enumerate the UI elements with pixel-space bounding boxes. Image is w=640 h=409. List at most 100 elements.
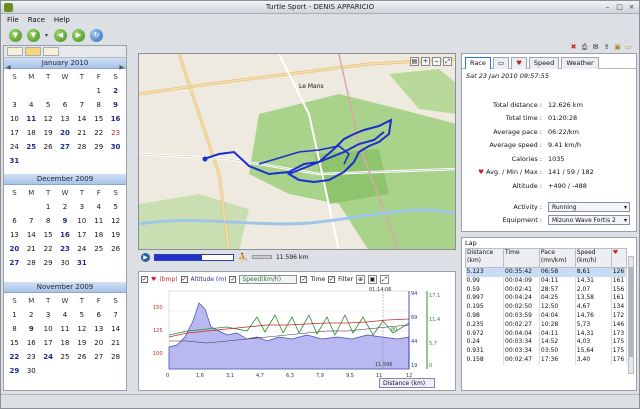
calendar-day[interactable]: 25	[90, 242, 107, 256]
col-pace[interactable]: Pace (mn/km)	[538, 248, 576, 268]
elevation-speed-heart-chart[interactable]: 01:14:06 11,596 80 150 125 100 94 69 44 …	[147, 287, 451, 382]
calendar-day[interactable]: 29	[90, 140, 107, 154]
time-checkbox[interactable]: ✓	[300, 276, 308, 283]
download-icon[interactable]: ▼	[9, 28, 22, 42]
calendar-day[interactable]: 9	[23, 322, 40, 336]
lap-scrollbar[interactable]	[628, 256, 634, 374]
col-distance[interactable]: Distance (km)	[464, 248, 505, 268]
altitude-checkbox[interactable]: ✓	[180, 276, 188, 283]
calendar-day[interactable]: 16	[107, 112, 124, 126]
next-month-icon[interactable]: ▶	[119, 64, 124, 71]
calendar-day[interactable]: 30	[57, 256, 74, 270]
tab-camera-icon[interactable]: ▭	[492, 57, 510, 69]
fullscreen-icon[interactable]: ⤢	[443, 57, 452, 66]
calendar-tab-icon[interactable]	[7, 47, 23, 56]
calendar-day[interactable]: 19	[40, 126, 57, 140]
equipment-select[interactable]: Mizuno Wave Fortis 2	[548, 215, 630, 226]
filter-checkbox[interactable]: ✓	[328, 276, 336, 283]
export-icon[interactable]: ⇪	[602, 43, 611, 52]
calendar-day[interactable]: 11	[57, 322, 74, 336]
calendar-day[interactable]: 11	[90, 214, 107, 228]
calendar-day[interactable]: 2	[107, 84, 124, 98]
zoom-out-icon[interactable]: −	[432, 57, 441, 66]
save-icon[interactable]: ▣	[613, 43, 622, 52]
calendar-day[interactable]: 18	[57, 336, 74, 350]
calendar-day[interactable]: 16	[23, 336, 40, 350]
calendar-day[interactable]: 1	[6, 308, 23, 322]
calendar-day[interactable]: 4	[23, 98, 40, 112]
table-row[interactable]: 0.931 00:03:34 03:50 15,64 175	[465, 347, 628, 356]
distance-select[interactable]: Distance (km)	[379, 378, 435, 388]
calendar-day[interactable]: 19	[73, 336, 90, 350]
calendar-day[interactable]: 26	[107, 242, 124, 256]
calendar-day[interactable]: 29	[40, 256, 57, 270]
calendar-day[interactable]: 5	[40, 98, 57, 112]
calendar-day[interactable]: 2	[23, 308, 40, 322]
calendar-day[interactable]: 15	[90, 112, 107, 126]
calendar-day[interactable]: 12	[40, 112, 57, 126]
calendar-day[interactable]: 5	[107, 200, 124, 214]
calendar-day[interactable]: 7	[107, 308, 124, 322]
calendar-day[interactable]: 10	[6, 112, 23, 126]
calendar-day[interactable]: 28	[73, 140, 90, 154]
table-row[interactable]: 0.235 00:02:27 10:28 5,73 146	[465, 320, 628, 330]
calendar-day[interactable]: 25	[23, 140, 40, 154]
import-icon[interactable]: ▼	[27, 28, 40, 42]
calendar-day[interactable]: 5	[73, 308, 90, 322]
calendar-day[interactable]: 20	[90, 336, 107, 350]
calendar-day[interactable]: 6	[57, 98, 74, 112]
refresh-icon[interactable]: ↻	[90, 28, 103, 42]
calendar-day[interactable]: 8	[6, 322, 23, 336]
calendar-day[interactable]: 27	[6, 256, 23, 270]
table-row[interactable]: 0.24 00:03:34 14:52 4,03 175	[465, 338, 628, 348]
calendar-day[interactable]: 9	[107, 98, 124, 112]
calendar-day[interactable]: 7	[73, 98, 90, 112]
table-row[interactable]: 0.98 00:03:59 04:04 14,76 172	[465, 311, 628, 321]
calendar-day[interactable]: 1	[90, 84, 107, 98]
maximize-icon[interactable]: □	[615, 3, 624, 12]
zoom-graph-icon[interactable]: ⊕	[355, 275, 365, 284]
calendar-day[interactable]: 7	[23, 214, 40, 228]
calendar-day[interactable]: 18	[23, 126, 40, 140]
close-icon[interactable]: ×	[627, 3, 636, 12]
folder-tab-icon[interactable]	[25, 47, 41, 56]
calendar-day[interactable]: 29	[6, 364, 23, 378]
route-map[interactable]: Le Mans ▤ + − ⤢	[138, 53, 456, 250]
calendar-day[interactable]: 28	[107, 350, 124, 364]
table-row[interactable]: 5.123 00:35:42 06:58 8,61 126	[465, 267, 628, 277]
menu-help[interactable]: Help	[54, 16, 70, 24]
calendar-day[interactable]: 21	[73, 126, 90, 140]
calendar-day[interactable]: 30	[107, 140, 124, 154]
calendar-day[interactable]: 11	[23, 112, 40, 126]
calendar-day[interactable]: 23	[23, 350, 40, 364]
minimize-icon[interactable]: –	[603, 3, 612, 12]
calendar-day[interactable]: 21	[23, 242, 40, 256]
calendar-day[interactable]: 14	[23, 228, 40, 242]
calendar-day[interactable]: 17	[40, 336, 57, 350]
layers-icon[interactable]: ▤	[410, 57, 419, 66]
calendar-day[interactable]: 17	[6, 126, 23, 140]
menu-race[interactable]: Race	[28, 16, 45, 24]
calendar-day[interactable]: 18	[90, 228, 107, 242]
calendar-day[interactable]: 23	[57, 242, 74, 256]
heart-checkbox[interactable]: ✓	[141, 276, 148, 283]
calendar-day[interactable]: 27	[90, 350, 107, 364]
calendar-day[interactable]: 3	[6, 98, 23, 112]
calendar-day[interactable]: 21	[107, 336, 124, 350]
calendar-day[interactable]: 15	[40, 228, 57, 242]
calendar-day[interactable]: 28	[23, 256, 40, 270]
table-row[interactable]: 0.158 00:02:47 17:36 3,40 176	[465, 355, 628, 365]
forward-icon[interactable]: ▶	[72, 28, 85, 42]
calendar-day[interactable]: 31	[73, 256, 90, 270]
calendar-day[interactable]: 20	[6, 242, 23, 256]
export-graph-icon[interactable]: ▣	[367, 275, 377, 284]
expand-graph-icon[interactable]: ⤢	[379, 275, 389, 284]
calendar-day[interactable]: 14	[107, 322, 124, 336]
calendar-day[interactable]: 2	[57, 200, 74, 214]
print-icon[interactable]: ⎙	[580, 43, 589, 52]
calendar-day[interactable]: 30	[23, 364, 40, 378]
calendar-day[interactable]: 10	[73, 214, 90, 228]
folder-icon[interactable]: ▭	[624, 43, 633, 52]
calendar-day[interactable]: 23	[107, 126, 124, 140]
email-icon[interactable]: ✉	[591, 43, 600, 52]
